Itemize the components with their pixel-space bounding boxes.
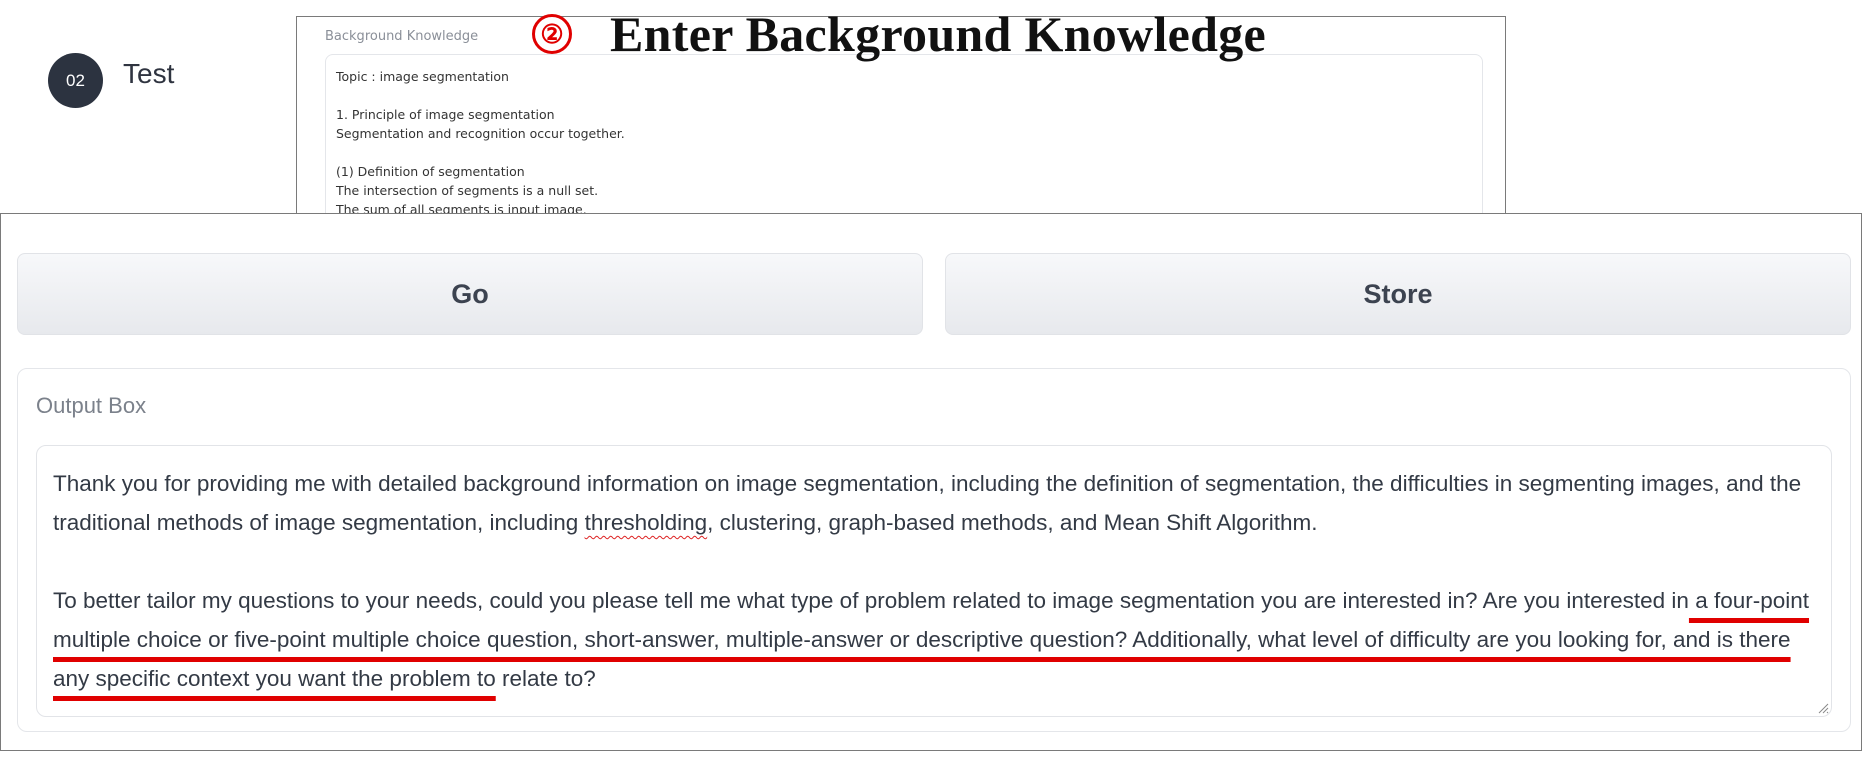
- bk-line: Topic : image segmentation: [336, 69, 509, 84]
- annotation-text: Enter Background Knowledge: [610, 6, 1267, 62]
- background-knowledge-textarea[interactable]: Topic : image segmentation 1. Principle …: [325, 54, 1483, 214]
- output-textarea[interactable]: Thank you for providing me with detailed…: [36, 445, 1832, 717]
- bk-line: 1. Principle of image segmentation: [336, 107, 555, 122]
- annotation-heading: ② Enter Background Knowledge: [532, 6, 1266, 62]
- output-box-label: Output Box: [36, 393, 147, 418]
- bk-line: [336, 86, 1472, 105]
- output-text: To better tailor my questions to your ne…: [53, 588, 1689, 613]
- output-text: relate to?: [495, 666, 596, 691]
- bk-line: [336, 143, 1472, 162]
- main-panel: Go Store Output Box Thank you for provid…: [0, 213, 1862, 751]
- output-paragraph: Thank you for providing me with detailed…: [53, 464, 1815, 542]
- background-knowledge-label: Background Knowledge: [325, 29, 479, 44]
- output-paragraph: To better tailor my questions to your ne…: [53, 581, 1815, 698]
- bk-line: The sum of all segments is input image.: [336, 202, 587, 214]
- bk-line: (1) Definition of segmentation: [336, 164, 525, 179]
- step-number-badge: 02: [48, 53, 103, 108]
- misspelled-word: thresholding: [584, 510, 708, 535]
- annotation-number: ②: [532, 14, 572, 54]
- go-button[interactable]: Go: [17, 253, 923, 335]
- step-label: Test: [123, 58, 175, 89]
- output-text: , clustering, graph-based methods, and M…: [707, 510, 1318, 535]
- resize-handle-icon[interactable]: [1817, 702, 1829, 714]
- bk-line: The intersection of segments is a null s…: [336, 183, 599, 198]
- output-box: Output Box Thank you for providing me wi…: [17, 368, 1851, 732]
- store-button[interactable]: Store: [945, 253, 1851, 335]
- bk-line: Segmentation and recognition occur toget…: [336, 126, 625, 141]
